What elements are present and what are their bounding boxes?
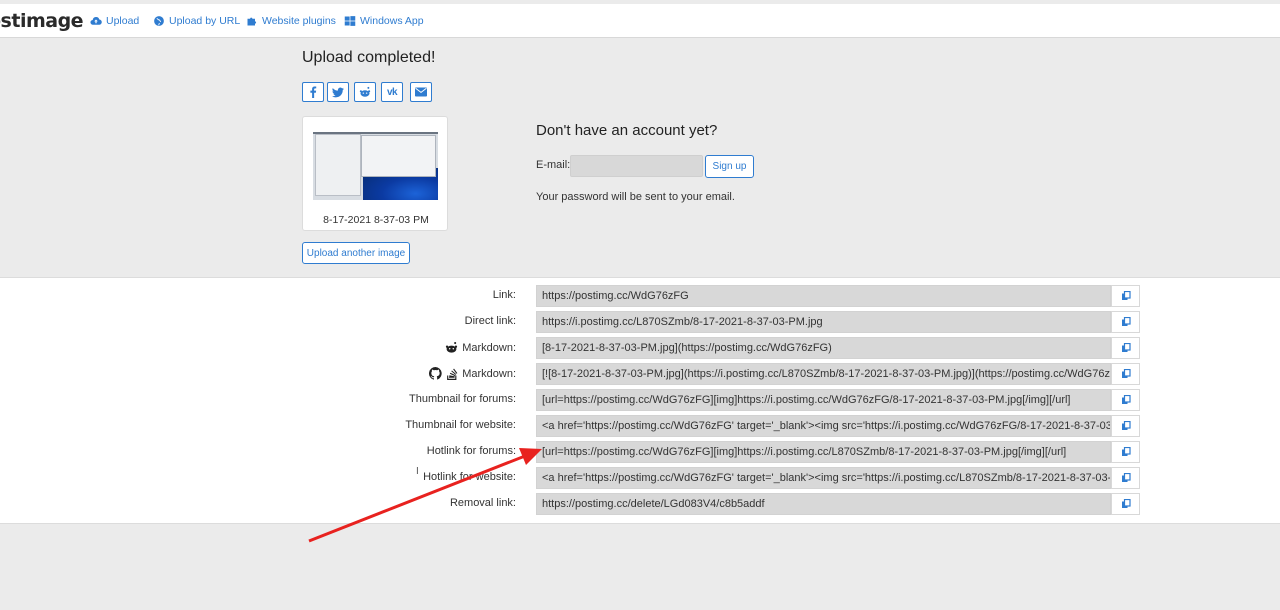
markdown-reddit-row: Markdown: [8-17-2021-8-37-03-PM.jpg](htt…	[0, 337, 1280, 359]
nav-windows-app[interactable]: Windows App	[344, 15, 424, 27]
nav-website-plugins-label: Website plugins	[262, 15, 336, 27]
share-facebook-button[interactable]	[302, 82, 324, 102]
email-label: E-mail:	[536, 159, 571, 171]
hotlink-forums-field[interactable]: [url=https://postimg.cc/WdG76zFG][img]ht…	[536, 441, 1111, 463]
windows-icon	[344, 16, 356, 26]
thumbnail-forums-label: Thumbnail for forums:	[409, 393, 516, 405]
copy-button[interactable]	[1111, 311, 1140, 333]
nav-website-plugins[interactable]: Website plugins	[246, 15, 336, 27]
copy-icon	[1121, 291, 1131, 300]
thumbnail-website-label: Thumbnail for website:	[405, 419, 516, 431]
share-reddit-button[interactable]	[354, 82, 376, 102]
github-icon	[429, 367, 442, 380]
thumb-window-right	[361, 135, 436, 177]
copy-button[interactable]	[1111, 493, 1140, 515]
markdown-github-label: Markdown:	[429, 367, 516, 380]
copy-icon	[1121, 369, 1131, 378]
direct-link-row: Direct link: https://i.postimg.cc/L870SZ…	[0, 311, 1280, 333]
copy-button[interactable]	[1111, 337, 1140, 359]
image-thumbnail[interactable]	[313, 132, 438, 200]
logo[interactable]: ostimage	[0, 10, 84, 32]
hotlink-website-row: Hotlink for website: <a href='https://po…	[0, 467, 1280, 489]
thumb-window-left	[315, 134, 361, 196]
markdown-label-text: Markdown:	[462, 341, 516, 354]
upload-another-button[interactable]: Upload another image	[302, 242, 410, 264]
markdown-github-row: Markdown: [![8-17-2021-8-37-03-PM.jpg](h…	[0, 363, 1280, 385]
hotlink-forums-row: Hotlink for forums: [url=https://postimg…	[0, 441, 1280, 463]
removal-link-label: Removal link:	[449, 497, 516, 509]
cloud-upload-icon	[90, 17, 102, 25]
direct-link-label: Direct link:	[464, 315, 516, 327]
link-row: Link: https://postimg.cc/WdG76zFG	[0, 285, 1280, 307]
copy-button[interactable]	[1111, 389, 1140, 411]
thumbnail-forums-row: Thumbnail for forums: [url=https://posti…	[0, 389, 1280, 411]
copy-icon	[1121, 343, 1131, 352]
page-title: Upload completed!	[302, 49, 436, 66]
email-field[interactable]	[570, 155, 703, 177]
facebook-icon	[310, 86, 317, 98]
hotlink-forums-label: Hotlink for forums:	[426, 445, 516, 457]
copy-button[interactable]	[1111, 467, 1140, 489]
thumbnail-website-row: Thumbnail for website: <a href='https://…	[0, 415, 1280, 437]
thumbnail-website-field[interactable]: <a href='https://postimg.cc/WdG76zFG' ta…	[536, 415, 1111, 437]
sign-up-button[interactable]: Sign up	[705, 155, 754, 178]
image-thumbnail-card[interactable]: 8-17-2021 8-37-03 PM	[302, 116, 448, 231]
markdown-label-text: Markdown:	[462, 367, 516, 380]
copy-icon	[1121, 317, 1131, 326]
nav-upload-by-url-label: Upload by URL	[169, 15, 241, 27]
share-email-button[interactable]	[410, 82, 432, 102]
copy-icon	[1121, 499, 1131, 508]
mail-icon	[415, 87, 427, 97]
markdown-reddit-field[interactable]: [8-17-2021-8-37-03-PM.jpg](https://posti…	[536, 337, 1111, 359]
vk-icon: vk	[386, 86, 398, 98]
reddit-icon	[359, 86, 371, 97]
copy-icon	[1121, 447, 1131, 456]
removal-link-row: Removal link: https://postimg.cc/delete/…	[0, 493, 1280, 515]
links-panel: Link: https://postimg.cc/WdG76zFG Direct…	[0, 277, 1280, 524]
direct-link-field[interactable]: https://i.postimg.cc/L870SZmb/8-17-2021-…	[536, 311, 1111, 333]
copy-button[interactable]	[1111, 441, 1140, 463]
share-twitter-button[interactable]	[327, 82, 349, 102]
top-navbar: ostimage Upload Upload by URL Website pl…	[0, 0, 1280, 38]
copy-button[interactable]	[1111, 363, 1140, 385]
link-label: Link:	[492, 289, 516, 301]
stackoverflow-icon	[447, 368, 458, 380]
copy-button[interactable]	[1111, 415, 1140, 437]
removal-link-field[interactable]: https://postimg.cc/delete/LGd083V4/c8b5a…	[536, 493, 1111, 515]
password-note: Your password will be sent to your email…	[536, 191, 735, 203]
share-vk-button[interactable]: vk	[381, 82, 403, 102]
link-field[interactable]: https://postimg.cc/WdG76zFG	[536, 285, 1111, 307]
puzzle-icon	[247, 17, 257, 26]
nav-upload-by-url[interactable]: Upload by URL	[153, 15, 240, 27]
markdown-github-field[interactable]: [![8-17-2021-8-37-03-PM.jpg](https://i.p…	[536, 363, 1111, 385]
hotlink-website-label: Hotlink for website:	[423, 471, 516, 483]
copy-button[interactable]	[1111, 285, 1140, 307]
thumbnail-forums-field[interactable]: [url=https://postimg.cc/WdG76zFG][img]ht…	[536, 389, 1111, 411]
text-cursor-icon: I	[416, 466, 419, 477]
copy-icon	[1121, 421, 1131, 430]
globe-icon	[154, 16, 164, 26]
hotlink-website-field[interactable]: <a href='https://postimg.cc/WdG76zFG' ta…	[536, 467, 1111, 489]
copy-icon	[1121, 473, 1131, 482]
nav-upload-label: Upload	[106, 15, 140, 27]
twitter-icon	[332, 87, 344, 97]
nav-windows-app-label: Windows App	[360, 15, 424, 27]
markdown-reddit-label: Markdown:	[445, 341, 516, 354]
nav-upload[interactable]: Upload	[90, 15, 139, 27]
reddit-icon	[446, 341, 458, 353]
copy-icon	[1121, 395, 1131, 404]
thumbnail-caption: 8-17-2021 8-37-03 PM	[323, 214, 429, 226]
account-title: Don't have an account yet?	[536, 122, 718, 139]
